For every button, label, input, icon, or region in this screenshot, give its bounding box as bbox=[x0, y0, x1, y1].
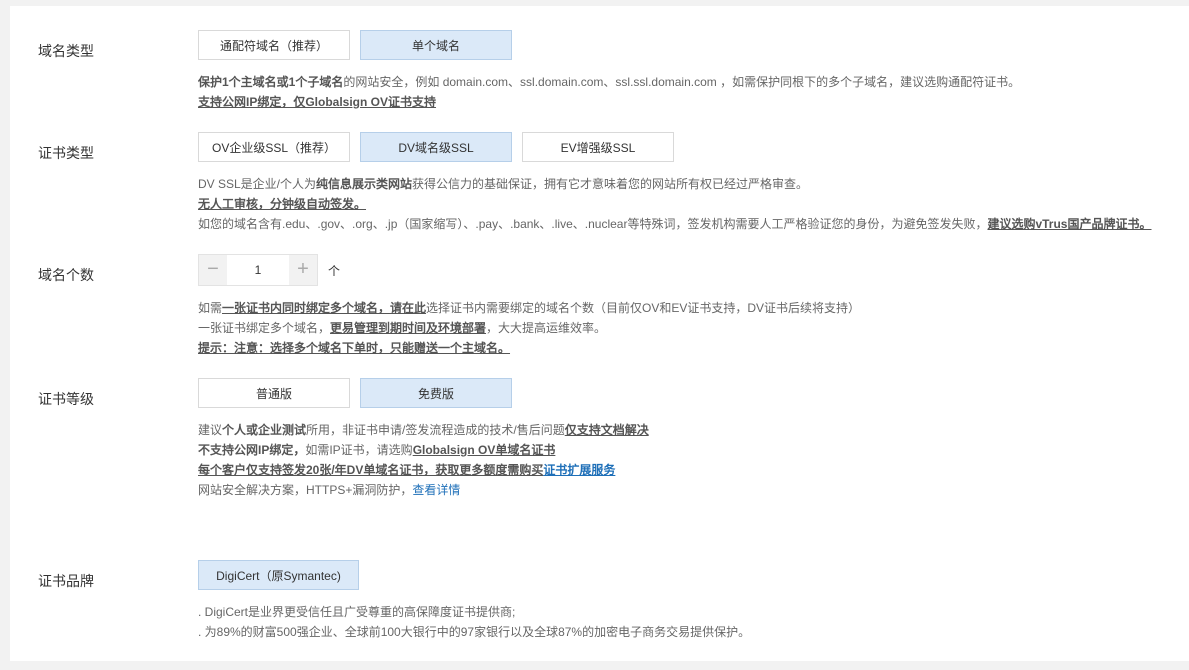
cert-brand-label: 证书品牌 bbox=[38, 573, 94, 589]
vtrus-recommend-link[interactable]: 建议选购vTrus国产品牌证书。 bbox=[987, 217, 1151, 231]
desc-bold: 不支持公网IP绑定， bbox=[198, 443, 306, 457]
desc-text: 一张证书绑定多个域名， bbox=[198, 321, 331, 335]
desc-text: 获得公信力的基础保证，拥有它才意味着您的网站所有权已经过严格审查。 bbox=[412, 177, 809, 191]
option-standard-level[interactable]: 普通版 bbox=[198, 378, 350, 408]
domain-count-desc-2: 一张证书绑定多个域名，更易管理到期时间及环境部署，大大提高运维效率。 bbox=[198, 318, 606, 338]
cert-level-quota-note: 每个客户仅支持签发20张/年DV单域名证书，获取更多额度需购买证书扩展服务 bbox=[198, 460, 615, 480]
domain-count-tip: 提示：注意：选择多个域名下单时，只能赠送一个主域名。 bbox=[198, 338, 510, 358]
desc-text: 如需 bbox=[198, 301, 223, 315]
cert-extension-service-link[interactable]: 证书扩展服务 bbox=[543, 463, 615, 477]
view-details-link[interactable]: 查看详情 bbox=[412, 483, 460, 497]
desc-bold: 保护1个主域名或1个子域名 bbox=[198, 75, 344, 89]
public-ip-note: 支持公网IP绑定，仅Globalsign OV证书支持 bbox=[198, 95, 437, 109]
option-free-level[interactable]: 免费版 bbox=[360, 378, 512, 408]
desc-text: 的网站安全，例如 domain.com、ssl.domain.com、ssl.s… bbox=[343, 75, 1021, 89]
desc-text: 网站安全解决方案，HTTPS+漏洞防护， bbox=[198, 483, 413, 497]
decrement-button[interactable]: − bbox=[199, 255, 227, 285]
option-wildcard-domain[interactable]: 通配符域名（推荐） bbox=[198, 30, 350, 60]
cert-type-desc: DV SSL是企业/个人为纯信息展示类网站获得公信力的基础保证，拥有它才意味着您… bbox=[198, 174, 808, 194]
domain-type-note: 支持公网IP绑定，仅Globalsign OV证书支持 bbox=[198, 92, 436, 112]
cert-level-desc: 建议个人或企业测试所用，非证书申请/签发流程造成的技术/售后问题仅支持文档解决 bbox=[198, 420, 649, 440]
domain-type-desc: 保护1个主域名或1个子域名的网站安全，例如 domain.com、ssl.dom… bbox=[198, 72, 1020, 92]
globalsign-ov-link[interactable]: Globalsign OV单域名证书 bbox=[413, 443, 556, 457]
desc-text: 所用，非证书申请/签发流程造成的技术/售后问题 bbox=[306, 423, 565, 437]
desc-bold: 每个客户仅支持签发20张/年DV单域名证书，获取更多额度需购买 bbox=[198, 463, 544, 477]
domain-count-label: 域名个数 bbox=[38, 267, 94, 283]
desc-bold: 个人或企业测试 bbox=[222, 423, 307, 437]
domain-count-input[interactable] bbox=[227, 255, 289, 285]
cert-level-label: 证书等级 bbox=[38, 391, 94, 407]
desc-text: 选择证书内需要绑定的域名个数（目前仅OV和EV证书支持，DV证书后续将支持） bbox=[426, 301, 861, 315]
cert-level-solution-note: 网站安全解决方案，HTTPS+漏洞防护，查看详情 bbox=[198, 480, 460, 500]
option-ov-ssl[interactable]: OV企业级SSL（推荐） bbox=[198, 132, 350, 162]
desc-text: 建议 bbox=[198, 423, 223, 437]
desc-bold: 更易管理到期时间及环境部署 bbox=[330, 321, 487, 335]
auto-issue-note: 无人工审核，分钟级自动签发。 bbox=[198, 197, 367, 211]
cert-type-special-note: 如您的域名含有.edu、.gov、.org、.jp（国家缩写）、.pay、.ba… bbox=[198, 214, 1152, 234]
cert-level-ip-note: 不支持公网IP绑定，如需IP证书，请选购Globalsign OV单域名证书 bbox=[198, 440, 555, 460]
desc-bold: 纯信息展示类网站 bbox=[316, 177, 413, 191]
increment-button[interactable]: + bbox=[289, 255, 317, 285]
cert-type-note: 无人工审核，分钟级自动签发。 bbox=[198, 194, 366, 214]
cert-brand-desc-2: . 为89%的财富500强企业、全球前100大银行中的97家银行以及全球87%的… bbox=[198, 625, 751, 639]
option-ev-ssl[interactable]: EV增强级SSL bbox=[522, 132, 674, 162]
domain-count-unit: 个 bbox=[328, 264, 341, 278]
desc-bold: 一张证书内同时绑定多个域名，请在此 bbox=[222, 301, 427, 315]
cert-type-label: 证书类型 bbox=[38, 145, 94, 161]
option-digicert-brand[interactable]: DigiCert（原Symantec) bbox=[198, 560, 359, 590]
domain-count-stepper: − + bbox=[198, 254, 318, 286]
desc-text: 如您的域名含有.edu、.gov、.org、.jp（国家缩写）、.pay、.ba… bbox=[198, 217, 988, 231]
domain-type-label: 域名类型 bbox=[38, 43, 94, 59]
option-single-domain[interactable]: 单个域名 bbox=[360, 30, 512, 60]
desc-text: DV SSL是企业/个人为 bbox=[198, 177, 317, 191]
cert-config-panel: 域名类型 通配符域名（推荐） 单个域名 保护1个主域名或1个子域名的网站安全，例… bbox=[10, 6, 1189, 661]
tip-note: 提示：注意：选择多个域名下单时，只能赠送一个主域名。 bbox=[198, 341, 511, 355]
doc-support-note: 仅支持文档解决 bbox=[564, 423, 649, 437]
domain-count-desc: 如需一张证书内同时绑定多个域名，请在此选择证书内需要绑定的域名个数（目前仅OV和… bbox=[198, 298, 860, 318]
option-dv-ssl[interactable]: DV域名级SSL bbox=[360, 132, 512, 162]
desc-text: 如需IP证书，请选购 bbox=[305, 443, 413, 457]
cert-brand-desc-1: . DigiCert是业界更受信任且广受尊重的高保障度证书提供商; bbox=[198, 605, 516, 619]
desc-text: ，大大提高运维效率。 bbox=[486, 321, 607, 335]
